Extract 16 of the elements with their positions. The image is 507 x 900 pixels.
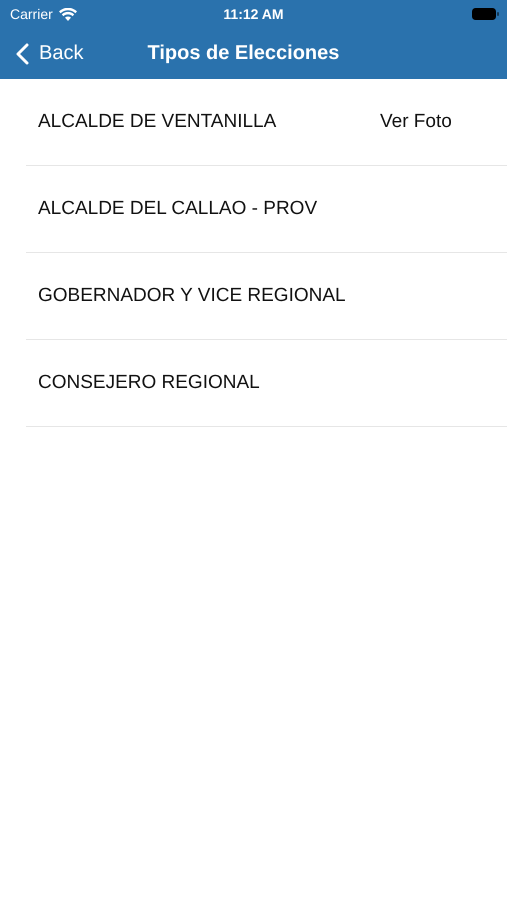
election-type-row[interactable]: ALCALDE DE VENTANILLA Ver Foto	[26, 79, 507, 166]
election-type-label: ALCALDE DEL CALLAO - PROV	[38, 198, 318, 220]
election-type-row[interactable]: ALCALDE DEL CALLAO - PROV	[26, 166, 507, 253]
wifi-icon	[58, 8, 77, 20]
election-type-label: ALCALDE DE VENTANILLA	[38, 111, 278, 133]
election-type-row[interactable]: CONSEJERO REGIONAL	[26, 340, 507, 427]
election-type-row[interactable]: GOBERNADOR Y VICE REGIONAL	[26, 253, 507, 340]
carrier-text: Carrier	[10, 6, 53, 22]
election-type-label: GOBERNADOR Y VICE REGIONAL	[38, 285, 347, 307]
election-type-label: CONSEJERO REGIONAL	[38, 372, 261, 394]
clock-text: 11:12 AM	[223, 6, 284, 22]
battery-icon	[472, 8, 499, 20]
chevron-left-icon	[16, 42, 29, 64]
back-button[interactable]: Back	[0, 42, 84, 65]
screen-title: Tipos de Elecciones	[147, 42, 340, 65]
view-photo-link[interactable]: Ver Foto	[380, 111, 452, 133]
